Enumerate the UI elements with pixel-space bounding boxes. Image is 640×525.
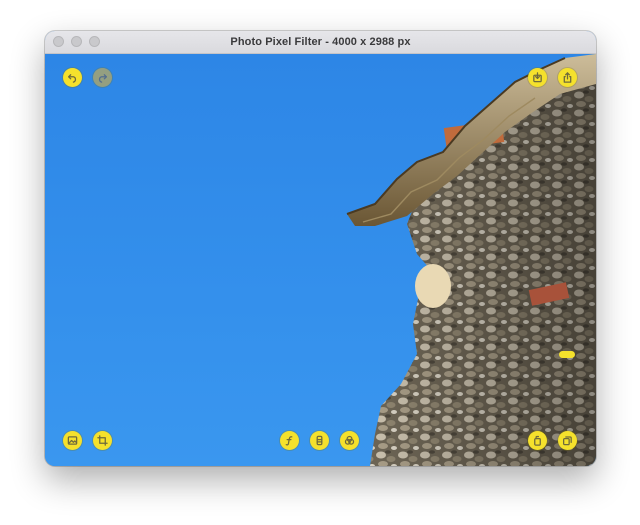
window-title: Photo Pixel Filter - 4000 x 2988 px [230, 36, 411, 48]
copy-button[interactable] [528, 431, 547, 450]
duplicate-button[interactable] [558, 431, 577, 450]
redo-button[interactable] [93, 68, 112, 87]
app-window: Photo Pixel Filter - 4000 x 2988 px [45, 31, 596, 466]
share-icon [563, 72, 572, 83]
undo-button[interactable] [63, 68, 82, 87]
function-button[interactable] [280, 431, 299, 450]
crop-icon [97, 435, 108, 446]
color-blend-icon [344, 435, 355, 445]
crop-button[interactable] [93, 431, 112, 450]
function-icon [285, 436, 293, 446]
photo-image [346, 54, 596, 466]
photo-library-button[interactable] [63, 431, 82, 450]
close-window-button[interactable] [53, 36, 64, 47]
redo-icon [98, 74, 107, 83]
duplicate-icon [563, 436, 572, 446]
undo-icon [68, 74, 77, 83]
adjustment-slider-handle[interactable] [559, 351, 575, 358]
copy-icon [534, 435, 541, 446]
color-blend-button[interactable] [340, 431, 359, 450]
photo-library-icon [67, 436, 78, 445]
window-controls [53, 36, 100, 47]
share-button[interactable] [558, 68, 577, 87]
title-bar[interactable]: Photo Pixel Filter - 4000 x 2988 px [45, 31, 596, 54]
zoom-window-button[interactable] [89, 36, 100, 47]
photo-canvas[interactable] [45, 54, 596, 466]
import-button[interactable] [528, 68, 547, 87]
import-icon [533, 72, 542, 83]
filter-button[interactable] [310, 431, 329, 450]
filter-icon [316, 435, 323, 446]
minimize-window-button[interactable] [71, 36, 82, 47]
